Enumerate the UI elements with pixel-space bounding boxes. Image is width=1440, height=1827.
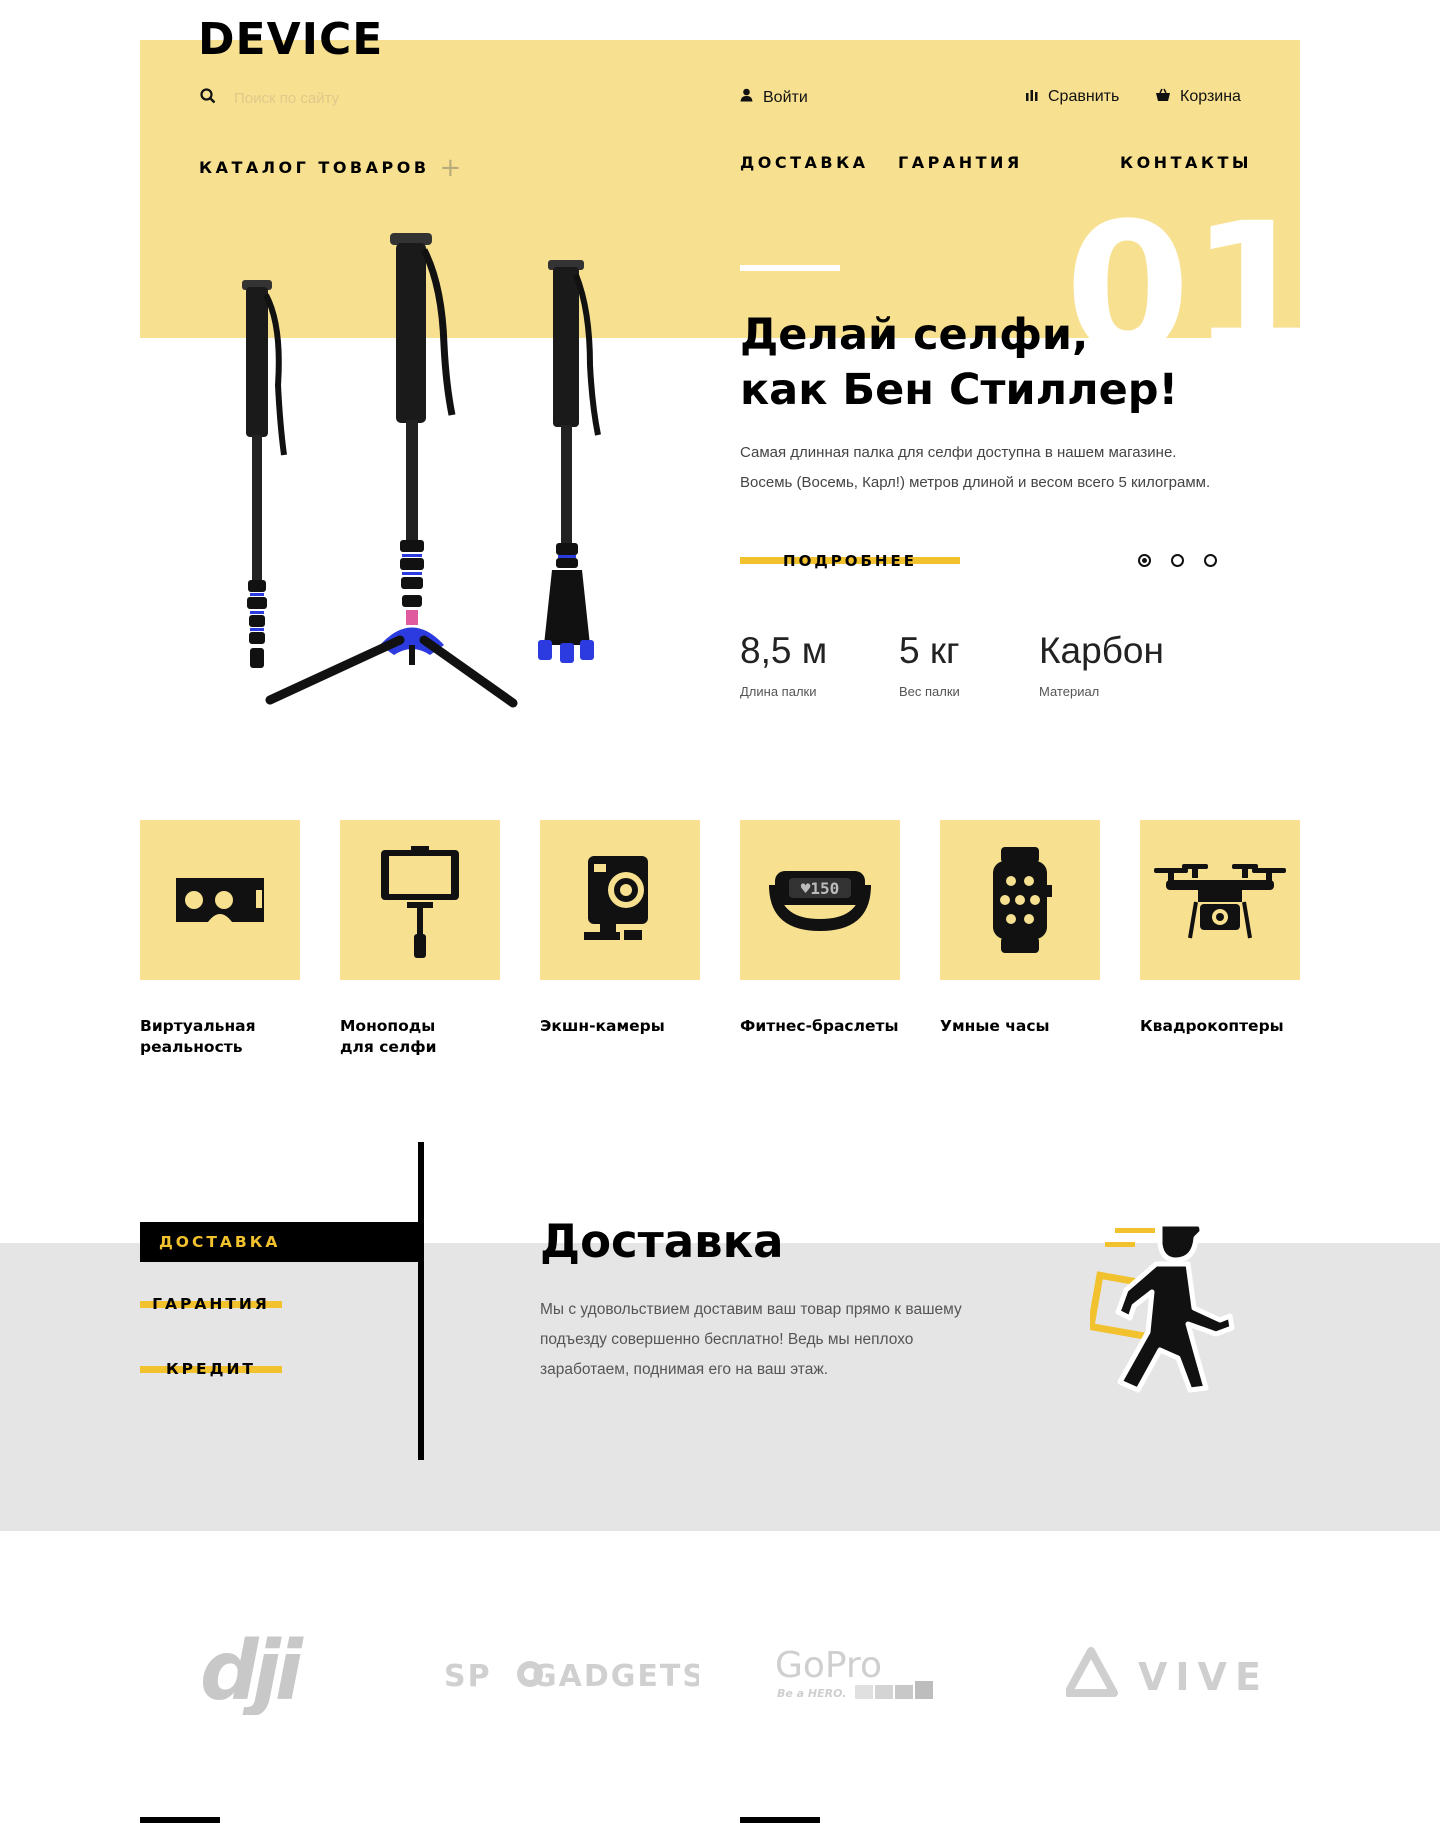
brand-vive[interactable]: VIVE [1066,1625,1261,1725]
title-decoration [740,265,840,271]
nav-delivery[interactable]: ДОСТАВКА [740,153,869,172]
cart-label: Корзина [1180,88,1241,105]
category-tile: ♥150 [740,820,900,980]
nav-catalog[interactable]: КАТАЛОГ ТОВАРОВ + [199,153,461,183]
drone-icon [1154,864,1286,939]
slider-dot-1[interactable] [1138,554,1151,567]
logo[interactable]: DEVICE [198,14,383,65]
stat-value: 5 кг [899,630,960,671]
category-name: Виртуальная реальность [140,1017,256,1056]
plus-icon: + [439,153,462,183]
slider-dots [1138,554,1217,567]
category-name: Моноподы для селфи [340,1017,437,1056]
slide-description: Самая длинная палка для селфи доступна в… [740,438,1300,498]
vive-logo: VIVE [1066,1647,1261,1699]
brand-gopro[interactable]: GoPro Be a HERO. [775,1625,955,1725]
stat-value: 8,5 м [740,630,828,671]
fitness-band-icon: ♥150 [769,871,871,931]
category-name: Умные часы [940,1017,1050,1035]
login-label: Войти [763,88,808,106]
service-description-line: Мы с удовольствием доставим ваш товар пр… [540,1301,962,1318]
cart-link[interactable]: Корзина [1156,88,1241,106]
slider-dot-2[interactable] [1171,554,1184,567]
category-vr[interactable]: Виртуальная реальность [140,820,300,1058]
smart-watch-icon [993,847,1052,953]
brand-spgadgets[interactable]: SP GADGETS [444,1625,699,1725]
category-name: Квадрокоптеры [1140,1017,1284,1035]
slide-title-line: как Бен Стиллер! [740,365,1179,415]
service-description: Мы с удовольствием доставим ваш товар пр… [540,1295,990,1385]
service-tab-label: ГАРАНТИЯ [152,1295,270,1313]
category-tile [340,820,500,980]
category-tile [1140,820,1300,980]
login-link[interactable]: Войти [740,88,808,107]
compare-icon [1026,88,1038,106]
search-icon[interactable] [200,88,216,109]
dji-logo-text: dji [200,1635,305,1715]
category-name: Экшн-камеры [540,1017,665,1035]
stat-value: Карбон [1039,630,1164,671]
compare-label: Сравнить [1048,88,1120,105]
category-smart-watches[interactable]: Умные часы [940,820,1100,1037]
slide-description-line: Восемь (Восемь, Карл!) метров длиной и в… [740,474,1211,491]
slide-title-line: Делай селфи, [740,310,1089,360]
compare-link[interactable]: Сравнить [1026,88,1119,106]
monopod-product-image [242,233,601,708]
services-divider [418,1142,424,1460]
courier-icon [1090,1221,1235,1393]
selfie-stick-icon [381,846,459,958]
gopro-logo-text: GoPro [775,1645,882,1686]
basket-icon [1156,88,1170,106]
gopro-logo: GoPro Be a HERO. [775,1645,933,1700]
service-tab-warranty[interactable]: ГАРАНТИЯ [140,1294,282,1314]
more-button-label: ПОДРОБНЕЕ [783,552,917,570]
category-action-cams[interactable]: Экшн-камеры [540,820,700,1037]
more-button[interactable]: ПОДРОБНЕЕ [740,552,960,570]
stat-label: Материал [1039,684,1100,699]
stat-length: 8,5 м Длина палки [740,630,827,699]
nav-warranty[interactable]: ГАРАНТИЯ [898,153,1023,172]
nav-catalog-label: КАТАЛОГ ТОВАРОВ [199,158,430,177]
category-name: Фитнес-браслеты [740,1017,899,1035]
gopro-tagline: Be a HERO. [777,1687,846,1700]
footer-divider [140,1817,220,1823]
service-tab-credit[interactable]: КРЕДИТ [140,1359,282,1379]
service-tab-label: ДОСТАВКА [159,1233,281,1251]
category-monopods[interactable]: Моноподы для селфи [340,820,500,1058]
page: DEVICE Войти Сравнить Корзина КАТАЛОГ ТО… [0,0,1440,1827]
category-tile [140,820,300,980]
stat-label: Длина палки [740,684,817,699]
service-description-line: подъезду совершенно бесплатно! Ведь мы н… [540,1331,914,1348]
search-bar [200,88,494,109]
footer-divider [740,1817,820,1823]
service-tab-delivery[interactable]: ДОСТАВКА [140,1222,422,1262]
user-icon [740,88,753,107]
category-tile [540,820,700,980]
spgadgets-logo-text-right: GADGETS [532,1659,699,1694]
category-tile [940,820,1100,980]
action-camera-icon [584,856,648,940]
brand-dji[interactable]: dji [200,1625,335,1725]
service-description-line: заработаем, поднимая его на ваш этаж. [540,1361,829,1378]
svg-text:♥150: ♥150 [801,879,840,898]
category-drones[interactable]: Квадрокоптеры [1140,820,1300,1037]
stat-label: Вес палки [899,684,960,699]
stat-material: Карбон Материал [1039,630,1164,699]
service-title: Доставка [540,1215,784,1268]
vr-headset-icon [176,878,264,922]
nav-contacts[interactable]: КОНТАКТЫ [1120,153,1252,172]
stat-weight: 5 кг Вес палки [899,630,960,699]
vive-logo-text: VIVE [1138,1655,1261,1699]
slide-description-line: Самая длинная палка для селфи доступна в… [740,444,1177,461]
category-fitness[interactable]: ♥150 Фитнес-браслеты [740,820,900,1037]
service-tab-label: КРЕДИТ [166,1360,256,1378]
spgadgets-logo-text-left: SP [444,1659,492,1694]
dji-logo: dji [200,1635,311,1715]
search-input[interactable] [234,90,494,107]
slider-dot-3[interactable] [1204,554,1217,567]
spgadgets-logo: SP GADGETS [444,1659,699,1694]
slide-title: Делай селфи, как Бен Стиллер! [740,308,1210,418]
